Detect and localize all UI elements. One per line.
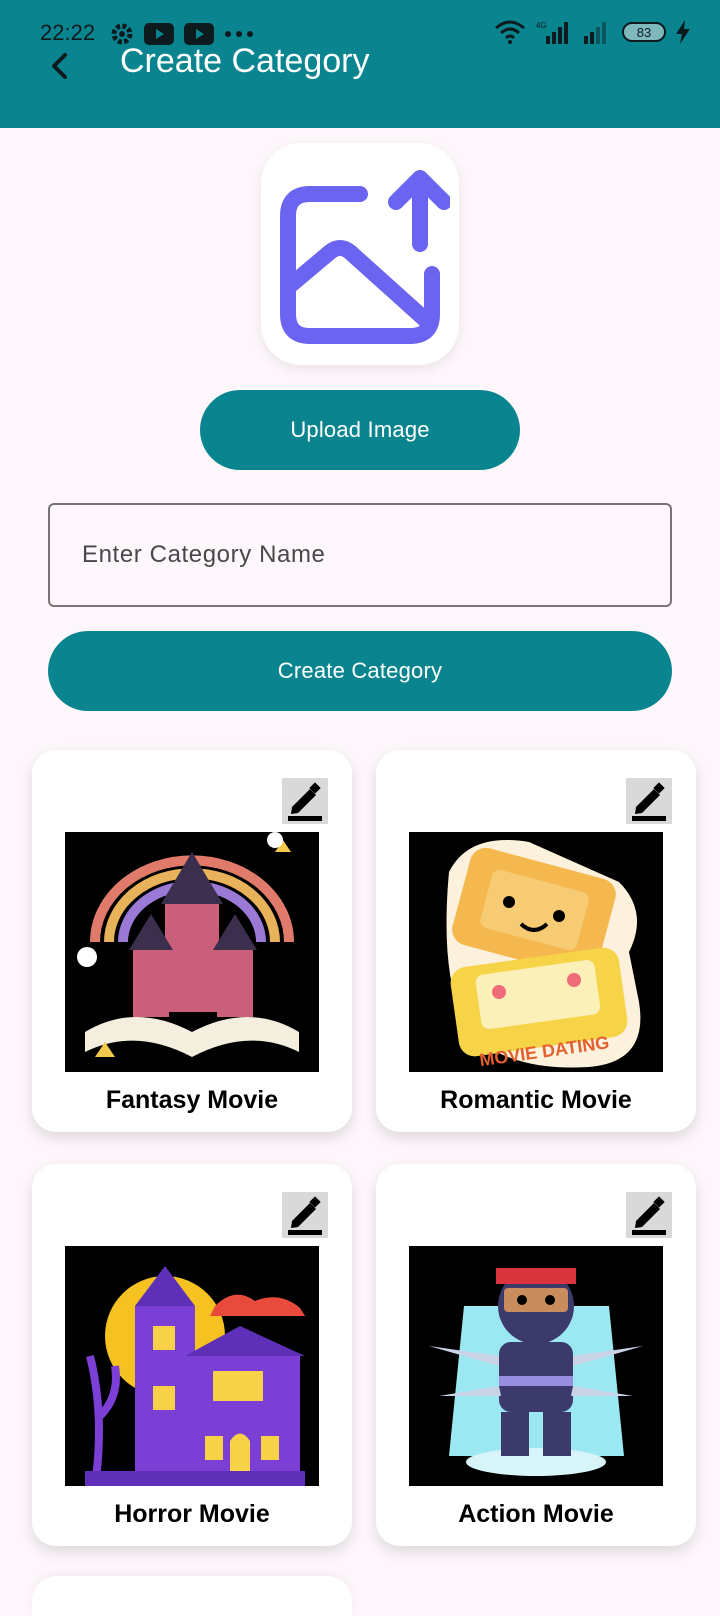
create-category-button[interactable]: Create Category: [48, 631, 672, 711]
signal-icon: 4G: [536, 21, 568, 44]
image-preview[interactable]: [261, 143, 459, 365]
charging-icon: [676, 20, 690, 44]
back-button[interactable]: [40, 46, 80, 86]
category-label: Horror Movie: [114, 1500, 270, 1528]
edit-pencil-icon: [632, 1196, 666, 1235]
fantasy-movie-image: [65, 832, 319, 1072]
category-card[interactable]: Horror Movie: [32, 1164, 352, 1546]
wifi-icon: [495, 20, 525, 44]
battery-level: 83: [636, 24, 652, 40]
edit-button[interactable]: [282, 1192, 328, 1238]
category-card[interactable]: MOVIE DATING Romantic Movie: [376, 750, 696, 1132]
edit-pencil-icon: [632, 782, 666, 821]
upload-image-button[interactable]: Upload Image: [200, 390, 520, 470]
horror-movie-image: [65, 1246, 319, 1486]
romantic-movie-image: MOVIE DATING: [409, 832, 663, 1072]
image-upload-icon: [280, 170, 450, 344]
status-icons-right: 4G 83: [494, 20, 690, 44]
edit-pencil-icon: [288, 1196, 322, 1235]
battery-icon: 83: [622, 22, 666, 42]
category-label: Romantic Movie: [440, 1086, 632, 1114]
signal-icon-2: [584, 22, 606, 44]
action-movie-image: [409, 1246, 663, 1486]
edit-button[interactable]: [626, 1192, 672, 1238]
edit-button[interactable]: [282, 778, 328, 824]
category-card[interactable]: Fantasy Movie: [32, 750, 352, 1132]
svg-text:4G: 4G: [536, 21, 547, 30]
edit-pencil-icon: [288, 782, 322, 821]
page-title: Create Category: [120, 42, 370, 80]
back-arrow-icon: [52, 53, 67, 79]
category-name-input[interactable]: [48, 503, 672, 607]
status-time: 22:22: [40, 20, 96, 45]
category-label: Action Movie: [458, 1500, 614, 1528]
more-notifications-icon: [225, 31, 253, 37]
edit-button[interactable]: [626, 778, 672, 824]
category-label: Fantasy Movie: [105, 1086, 279, 1114]
category-card-partial[interactable]: [32, 1576, 352, 1616]
app-bar: 22:22 4G 83 Create Category: [0, 0, 720, 128]
category-card[interactable]: Action Movie: [376, 1164, 696, 1546]
